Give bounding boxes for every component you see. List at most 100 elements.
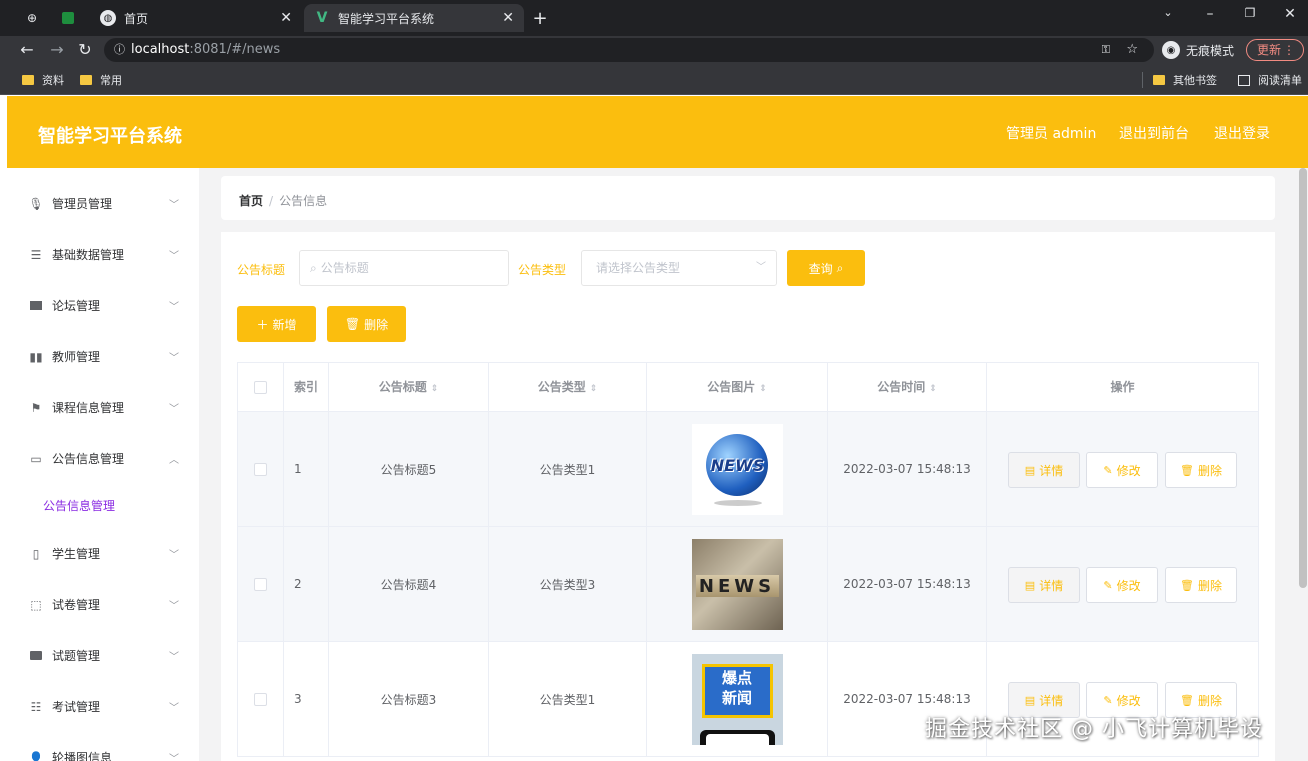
folder-icon — [80, 75, 92, 85]
back-icon[interactable]: ← — [16, 40, 38, 60]
breadcrumb-home[interactable]: 首页 — [239, 194, 263, 208]
update-button[interactable]: 更新 ⋮ — [1246, 39, 1304, 61]
main-content: 首页 / 公告信息 公告标题 ⌕ 公告标题 公告类型 请选择公告类型 ﹀ 查询 ⌕ ＋新… — [199, 168, 1308, 761]
url-host: localhost — [131, 42, 190, 57]
page-scrollbar[interactable] — [1299, 168, 1307, 588]
operation-icon: ☷ — [30, 699, 42, 714]
sidebar-item-notice[interactable]: ▭ 公告信息管理 ︿ — [7, 433, 199, 484]
edit-icon: ✎ — [1103, 693, 1113, 707]
col-index: 索引 — [284, 363, 329, 411]
sidebar-item-basic-data[interactable]: ☰ 基础数据管理 ﹀ — [7, 229, 199, 280]
trash-icon: 🗑 — [1180, 693, 1194, 707]
image-text: 爆点 — [721, 668, 752, 687]
sheet-tab-icon[interactable] — [60, 8, 76, 28]
globe-news-image[interactable]: NEWS — [691, 423, 783, 515]
sidebar-subitem-notice[interactable]: 公告信息管理 — [43, 497, 115, 514]
detail-button[interactable]: ▤ 详情 — [1008, 452, 1080, 488]
col-type[interactable]: 公告类型 ⇕ — [489, 363, 647, 411]
window-close-icon[interactable]: ✕ — [1272, 6, 1308, 26]
watermark-text: 掘金技术社区 @ 小飞计算机毕设 — [925, 717, 1263, 742]
query-label: 查询 — [808, 261, 833, 276]
row-checkbox[interactable] — [254, 692, 267, 706]
url-field[interactable]: ⓘ localhost:8081/#/news ⚿ ☆ — [104, 38, 1154, 62]
sort-icon: ⇕ — [430, 384, 439, 394]
select-all-checkbox-cell — [238, 363, 284, 411]
add-label: 新增 — [272, 317, 297, 332]
info-icon: ⓘ — [114, 43, 125, 56]
delete-button[interactable]: 🗑 删除 — [1165, 452, 1237, 488]
chevron-up-icon: ︿ — [169, 455, 179, 466]
url-path: :8081/#/news — [189, 42, 281, 57]
query-button[interactable]: 查询 ⌕ — [787, 250, 865, 286]
type-select[interactable]: 请选择公告类型 ﹀ — [581, 250, 777, 286]
sidebar-item-forum[interactable]: 论坛管理 ﹀ — [7, 280, 199, 331]
to-front-link[interactable]: 退出到前台 — [1119, 123, 1189, 143]
monitor-icon — [29, 299, 43, 313]
chevron-down-icon: ﹀ — [169, 601, 179, 612]
bar-chart-icon: ▮▮ — [29, 349, 43, 364]
close-icon[interactable]: ✕ — [502, 10, 514, 26]
reading-list[interactable]: 阅读清单 — [1238, 72, 1302, 88]
other-bookmarks[interactable]: 其他书签 — [1153, 72, 1217, 88]
sidebar-item-label: 课程信息管理 — [52, 401, 125, 415]
restore-icon[interactable]: ❐ — [1232, 6, 1268, 26]
sidebar-item-admin[interactable]: 🎙 管理员管理 ﹀ — [7, 178, 199, 229]
batch-delete-button[interactable]: 🗑 删除 — [327, 306, 406, 342]
col-time[interactable]: 公告时间 ⇕ — [828, 363, 987, 411]
row-time: 2022-03-07 15:48:13 — [828, 412, 987, 526]
sidebar-item-question[interactable]: 试题管理 ﹀ — [7, 630, 199, 681]
select-all-checkbox[interactable] — [254, 380, 267, 394]
notice-table: 索引 公告标题 ⇕ 公告类型 ⇕ 公告图片 ⇕ 公告时间 ⇕ 操作 1 公告标题5 公告… — [237, 362, 1259, 761]
close-icon[interactable]: ✕ — [280, 10, 292, 26]
chrome-icon[interactable]: ⊕ — [24, 8, 40, 28]
app-title: 智能学习平台系统 — [38, 126, 182, 147]
image-text: 新闻 — [721, 688, 752, 707]
sidebar: 🎙 管理员管理 ﹀ ☰ 基础数据管理 ﹀ 论坛管理 ﹀ ▮▮ 教师管理 ﹀ ⚑ … — [7, 168, 199, 761]
row-title: 公告标题5 — [329, 412, 489, 526]
add-button[interactable]: ＋新增 — [237, 306, 316, 342]
row-checkbox[interactable] — [254, 462, 267, 476]
star-icon[interactable]: ☆ — [1126, 38, 1138, 62]
logout-link[interactable]: 退出登录 — [1214, 123, 1270, 143]
type-select-placeholder: 请选择公告类型 — [596, 261, 681, 275]
incognito-label: 无痕模式 — [1186, 43, 1235, 58]
chevron-down-icon: ﹀ — [169, 302, 179, 313]
row-checkbox[interactable] — [254, 577, 267, 591]
tab-home[interactable]: ◍ 首页 ✕ — [90, 4, 302, 32]
plus-icon: ＋ — [256, 317, 269, 332]
incognito-icon: ◉ — [1162, 41, 1180, 59]
wood-news-image[interactable]: NEWS — [691, 538, 783, 630]
title-search-input[interactable]: ⌕ 公告标题 — [299, 250, 509, 286]
col-image[interactable]: 公告图片 ⇕ — [647, 363, 828, 411]
key-icon[interactable]: ⚿ — [1102, 38, 1110, 62]
bookmark-folder[interactable]: 常用 — [80, 72, 122, 88]
sort-icon: ⇕ — [589, 384, 598, 394]
forward-icon[interactable]: → — [46, 40, 68, 60]
delete-button[interactable]: 🗑 删除 — [1165, 567, 1237, 603]
col-title[interactable]: 公告标题 ⇕ — [329, 363, 489, 411]
edit-button[interactable]: ✎ 修改 — [1086, 567, 1158, 603]
sidebar-item-student[interactable]: ▯ 学生管理 ﹀ — [7, 528, 199, 579]
edit-icon: ✎ — [1103, 578, 1113, 592]
row-time: 2022-03-07 15:48:13 — [828, 527, 987, 641]
sidebar-item-carousel[interactable]: 👤 轮播图信息 ﹀ — [7, 732, 199, 761]
sidebar-item-paper[interactable]: ⬚ 试卷管理 ﹀ — [7, 579, 199, 630]
sidebar-item-course[interactable]: ⚑ 课程信息管理 ﹀ — [7, 382, 199, 433]
minimize-icon[interactable]: – — [1192, 6, 1228, 26]
edit-button[interactable]: ✎ 修改 — [1086, 452, 1158, 488]
detail-button[interactable]: ▤ 详情 — [1008, 567, 1080, 603]
sidebar-item-exam[interactable]: ☷ 考试管理 ﹀ — [7, 681, 199, 732]
image-text: NEWS — [710, 455, 765, 475]
col-title-label: 公告标题 — [378, 380, 427, 394]
sidebar-item-teacher[interactable]: ▮▮ 教师管理 ﹀ — [7, 331, 199, 382]
tab-search-icon[interactable]: ⌄ — [1150, 6, 1186, 26]
hot-news-image[interactable]: 爆点 新闻 — [691, 653, 783, 745]
reload-icon[interactable]: ↻ — [74, 40, 96, 60]
address-bar: ← → ↻ ⓘ localhost:8081/#/news ⚿ ☆ ◉ 无痕模式 … — [0, 36, 1308, 64]
tab-label: 首页 — [124, 11, 149, 26]
new-tab-icon[interactable]: + — [530, 8, 550, 29]
tab-app[interactable]: V 智能学习平台系统 ✕ — [304, 4, 524, 32]
search-icon: ⌕ — [836, 260, 844, 275]
bookmark-folder[interactable]: 资料 — [22, 72, 64, 88]
incognito-indicator[interactable]: ◉ 无痕模式 — [1162, 39, 1234, 61]
